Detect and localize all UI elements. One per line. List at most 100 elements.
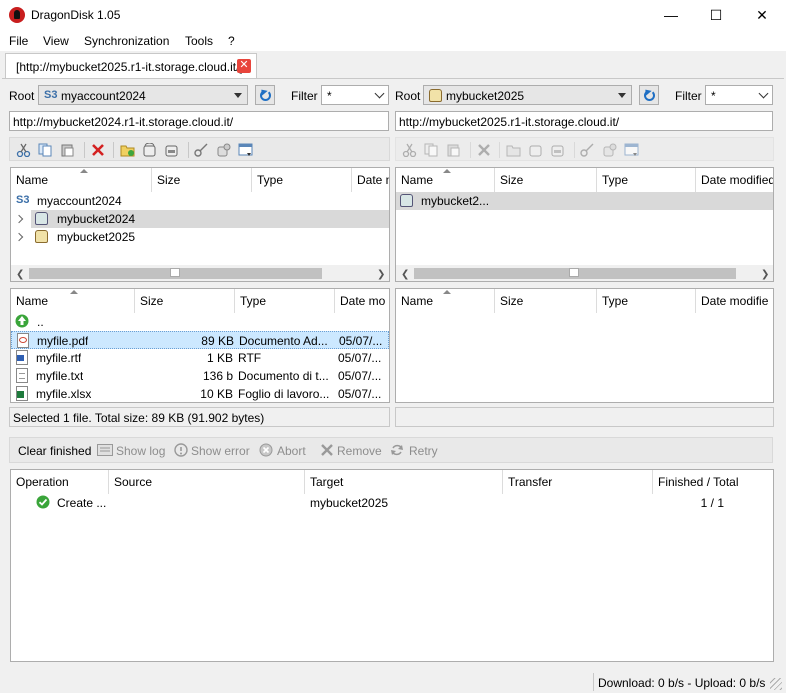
view-options-icon[interactable] <box>238 143 253 157</box>
scroll-right-icon[interactable]: ❯ <box>377 269 385 280</box>
right-files-col-date[interactable]: Date modifie <box>696 289 773 313</box>
queue-row[interactable]: Create ... mybucket2025 1 / 1 <box>11 494 773 512</box>
tree-item-mybucket2025[interactable]: mybucket2... <box>396 192 773 210</box>
up-folder-icon <box>15 314 29 328</box>
pdf-file-icon <box>17 333 29 348</box>
new-folder-icon[interactable] <box>506 143 521 157</box>
left-files-col-date[interactable]: Date mo <box>335 289 389 313</box>
paste-icon[interactable] <box>446 143 461 157</box>
status-separator <box>593 673 594 691</box>
resize-grip-icon[interactable] <box>770 678 782 690</box>
tree-item-mybucket2025[interactable]: mybucket2025 <box>31 228 389 246</box>
right-refresh-button[interactable] <box>639 85 659 105</box>
sort-ascending-icon <box>443 290 451 294</box>
chevron-down-icon <box>374 88 385 99</box>
left-tree-hscrollbar[interactable]: ❮ ❯ <box>11 265 389 281</box>
left-url-text: http://mybucket2024.r1-it.storage.cloud.… <box>13 115 234 129</box>
copy-icon[interactable] <box>424 143 439 157</box>
tree-item-label: mybucket2... <box>421 194 490 208</box>
show-log-button[interactable]: Show log <box>116 444 165 464</box>
cut-icon[interactable] <box>16 143 31 157</box>
left-files-col-type[interactable]: Type <box>235 289 335 313</box>
menu-help[interactable]: ? <box>228 34 235 48</box>
tab-close-icon[interactable]: ✕ <box>237 59 251 73</box>
right-root-combo[interactable]: mybucket2025 <box>423 85 632 105</box>
tree-item-account[interactable]: S3 myaccount2024 <box>11 192 389 210</box>
queue-col-operation[interactable]: Operation <box>11 470 109 494</box>
left-refresh-button[interactable] <box>255 85 275 105</box>
left-tree-col-type[interactable]: Type <box>252 168 352 192</box>
left-tree-col-size[interactable]: Size <box>152 168 252 192</box>
new-bucket-icon[interactable] <box>142 143 157 157</box>
right-tree-col-type[interactable]: Type <box>597 168 696 192</box>
right-files-col-type[interactable]: Type <box>597 289 696 313</box>
file-row-rtf[interactable]: myfile.rtf 1 KB RTF 05/07/... <box>11 349 389 367</box>
chevron-down-icon <box>758 88 769 99</box>
scroll-right-icon[interactable]: ❯ <box>761 269 769 280</box>
left-url-field[interactable]: http://mybucket2024.r1-it.storage.cloud.… <box>9 111 389 131</box>
acl-icon[interactable] <box>216 143 231 157</box>
right-tree-col-date[interactable]: Date modified <box>696 168 773 192</box>
scroll-left-icon[interactable]: ❮ <box>16 269 24 280</box>
right-tree-col-size[interactable]: Size <box>495 168 597 192</box>
refresh-icon <box>260 90 271 101</box>
bucket-icon <box>35 212 48 225</box>
right-tree-hscrollbar[interactable]: ❮ ❯ <box>396 265 773 281</box>
clear-finished-button[interactable]: Clear finished <box>18 444 91 464</box>
queue-col-target[interactable]: Target <box>305 470 503 494</box>
left-files-col-size[interactable]: Size <box>135 289 235 313</box>
bucket-properties-icon[interactable] <box>164 143 179 157</box>
file-date: 05/07/... <box>338 351 382 365</box>
right-url-field[interactable]: http://mybucket2025.r1-it.storage.cloud.… <box>395 111 773 131</box>
right-filter-value: * <box>711 89 716 103</box>
retry-icon <box>391 444 403 456</box>
menu-tools[interactable]: Tools <box>185 34 213 48</box>
bucket-properties-icon[interactable] <box>550 143 565 157</box>
file-name: myfile.rtf <box>36 351 82 365</box>
file-row-xlsx[interactable]: myfile.xlsx 10 KB Foglio di lavoro... 05… <box>11 385 389 402</box>
menu-file[interactable]: File <box>9 34 28 48</box>
show-error-button[interactable]: Show error <box>191 444 250 464</box>
s3-icon: S3 <box>16 194 30 206</box>
delete-icon[interactable] <box>91 143 106 157</box>
cut-icon[interactable] <box>402 143 417 157</box>
retry-button[interactable]: Retry <box>409 444 438 464</box>
key-icon[interactable] <box>194 143 209 157</box>
right-files-col-size[interactable]: Size <box>495 289 597 313</box>
remove-button[interactable]: Remove <box>337 444 382 464</box>
view-options-icon[interactable] <box>624 143 639 157</box>
queue-col-transfer[interactable]: Transfer <box>503 470 653 494</box>
right-tree-panel: Name Size Type Date modified mybucket2..… <box>395 167 774 282</box>
right-filter-combo[interactable]: * <box>705 85 773 105</box>
new-bucket-icon[interactable] <box>528 143 543 157</box>
file-row-txt[interactable]: myfile.txt 136 b Documento di t... 05/07… <box>11 367 389 385</box>
copy-icon[interactable] <box>38 143 53 157</box>
left-filter-combo[interactable]: * <box>321 85 389 105</box>
acl-icon[interactable] <box>602 143 617 157</box>
file-row-parent[interactable]: .. <box>11 313 389 331</box>
left-root-combo[interactable]: S3 myaccount2024 <box>38 85 248 105</box>
chevron-right-icon[interactable] <box>14 232 24 242</box>
minimize-button[interactable]: — <box>648 0 694 31</box>
scroll-left-icon[interactable]: ❮ <box>401 269 409 280</box>
menu-view[interactable]: View <box>43 34 69 48</box>
chevron-right-icon[interactable] <box>14 214 24 224</box>
key-icon[interactable] <box>580 143 595 157</box>
abort-button[interactable]: Abort <box>277 444 306 464</box>
toolbar-separator <box>188 142 189 158</box>
right-root-value: mybucket2025 <box>446 89 525 103</box>
tree-item-mybucket2024[interactable]: mybucket2024 <box>31 210 389 228</box>
menu-synchronization[interactable]: Synchronization <box>84 34 169 48</box>
file-row-pdf[interactable]: myfile.pdf 89 KB Documento Ad... 05/07/.… <box>11 331 389 349</box>
queue-col-source[interactable]: Source <box>109 470 305 494</box>
tab-bucket[interactable]: [http://mybucket2025.r1-it.storage.cloud… <box>5 53 257 78</box>
maximize-button[interactable]: ☐ <box>693 0 739 31</box>
left-tree-col-date[interactable]: Date m <box>352 168 389 192</box>
file-date: 05/07/... <box>338 387 382 401</box>
paste-icon[interactable] <box>60 143 75 157</box>
delete-icon[interactable] <box>477 143 492 157</box>
file-type: RTF <box>238 351 262 365</box>
close-window-button[interactable]: ✕ <box>739 0 785 31</box>
queue-col-finished[interactable]: Finished / Total <box>653 470 773 494</box>
new-folder-icon[interactable] <box>120 143 135 157</box>
